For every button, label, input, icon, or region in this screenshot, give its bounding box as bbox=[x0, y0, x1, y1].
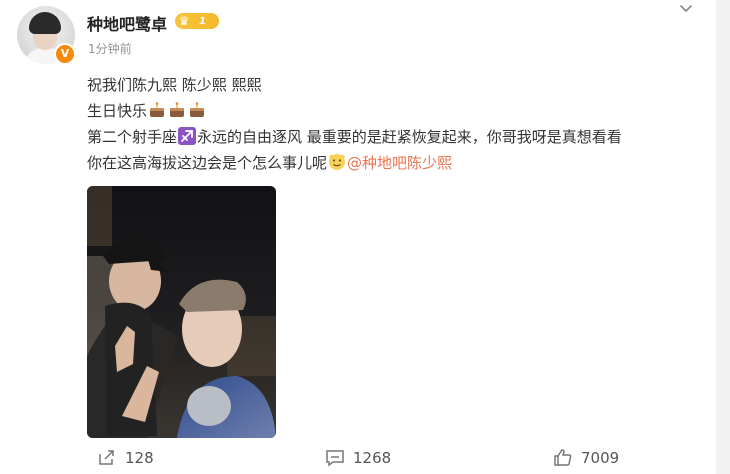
vip-crown-badge[interactable]: ♛ 1 bbox=[175, 13, 219, 29]
repost-icon bbox=[99, 450, 114, 465]
post-text: 祝我们陈九熙 陈少熙 熙熙 生日快乐 第二个射手座 永远的自由逐风 最重要的是赶紧… bbox=[87, 72, 707, 176]
cake-icon bbox=[150, 102, 165, 117]
text-line-2: 生日快乐 bbox=[87, 98, 707, 124]
text-line-1: 祝我们陈九熙 陈少熙 熙熙 bbox=[87, 76, 262, 94]
scrollbar[interactable] bbox=[716, 0, 730, 474]
comment-count: 1268 bbox=[353, 449, 392, 467]
comment-icon bbox=[326, 450, 344, 467]
chevron-down-icon[interactable] bbox=[678, 0, 694, 16]
cake-icon bbox=[170, 102, 185, 117]
repost-count: 128 bbox=[125, 449, 154, 467]
post-timestamp[interactable]: 1分钟前 bbox=[88, 40, 132, 57]
post-photo[interactable] bbox=[87, 186, 276, 438]
like-button[interactable]: 7009 bbox=[553, 448, 619, 468]
sagittarius-icon bbox=[178, 127, 197, 145]
username[interactable]: 种地吧鹭卓 bbox=[87, 11, 167, 35]
cake-icon bbox=[190, 102, 205, 117]
comment-button[interactable]: 1268 bbox=[325, 448, 391, 468]
vip-crown-icon: ♛ bbox=[178, 14, 190, 28]
text-freedom: 永远的自由逐风 最重要的是赶紧恢复起来，你哥我呀是真想看看 bbox=[197, 128, 622, 146]
text-line-3: 第二个射手座 永远的自由逐风 最重要的是赶紧恢复起来，你哥我呀是真想看看 bbox=[87, 124, 707, 150]
repost-button[interactable]: 128 bbox=[97, 448, 154, 468]
text-altitude: 你在这高海拔这边会是个怎么事儿呢 bbox=[87, 154, 328, 172]
vip-level: 1 bbox=[199, 15, 206, 27]
verified-v-icon: V bbox=[54, 43, 76, 65]
mention-link[interactable]: @种地吧陈少熙 bbox=[347, 154, 452, 172]
text-sagittarius: 第二个射手座 bbox=[87, 128, 178, 146]
text-birthday: 生日快乐 bbox=[87, 102, 148, 120]
like-count: 7009 bbox=[581, 449, 620, 467]
text-line-4: 你在这高海拔这边会是个怎么事儿呢 @种地吧陈少熙 bbox=[87, 150, 707, 176]
like-icon bbox=[554, 449, 572, 466]
weibo-post: V 种地吧鹭卓 ♛ 1 1分钟前 祝我们陈九熙 陈少熙 熙熙 生日快乐 第二个射… bbox=[0, 0, 730, 474]
avatar[interactable]: V bbox=[17, 6, 76, 65]
action-bar: 128 1268 7009 bbox=[0, 444, 730, 474]
cheeky-face-icon bbox=[329, 154, 346, 170]
